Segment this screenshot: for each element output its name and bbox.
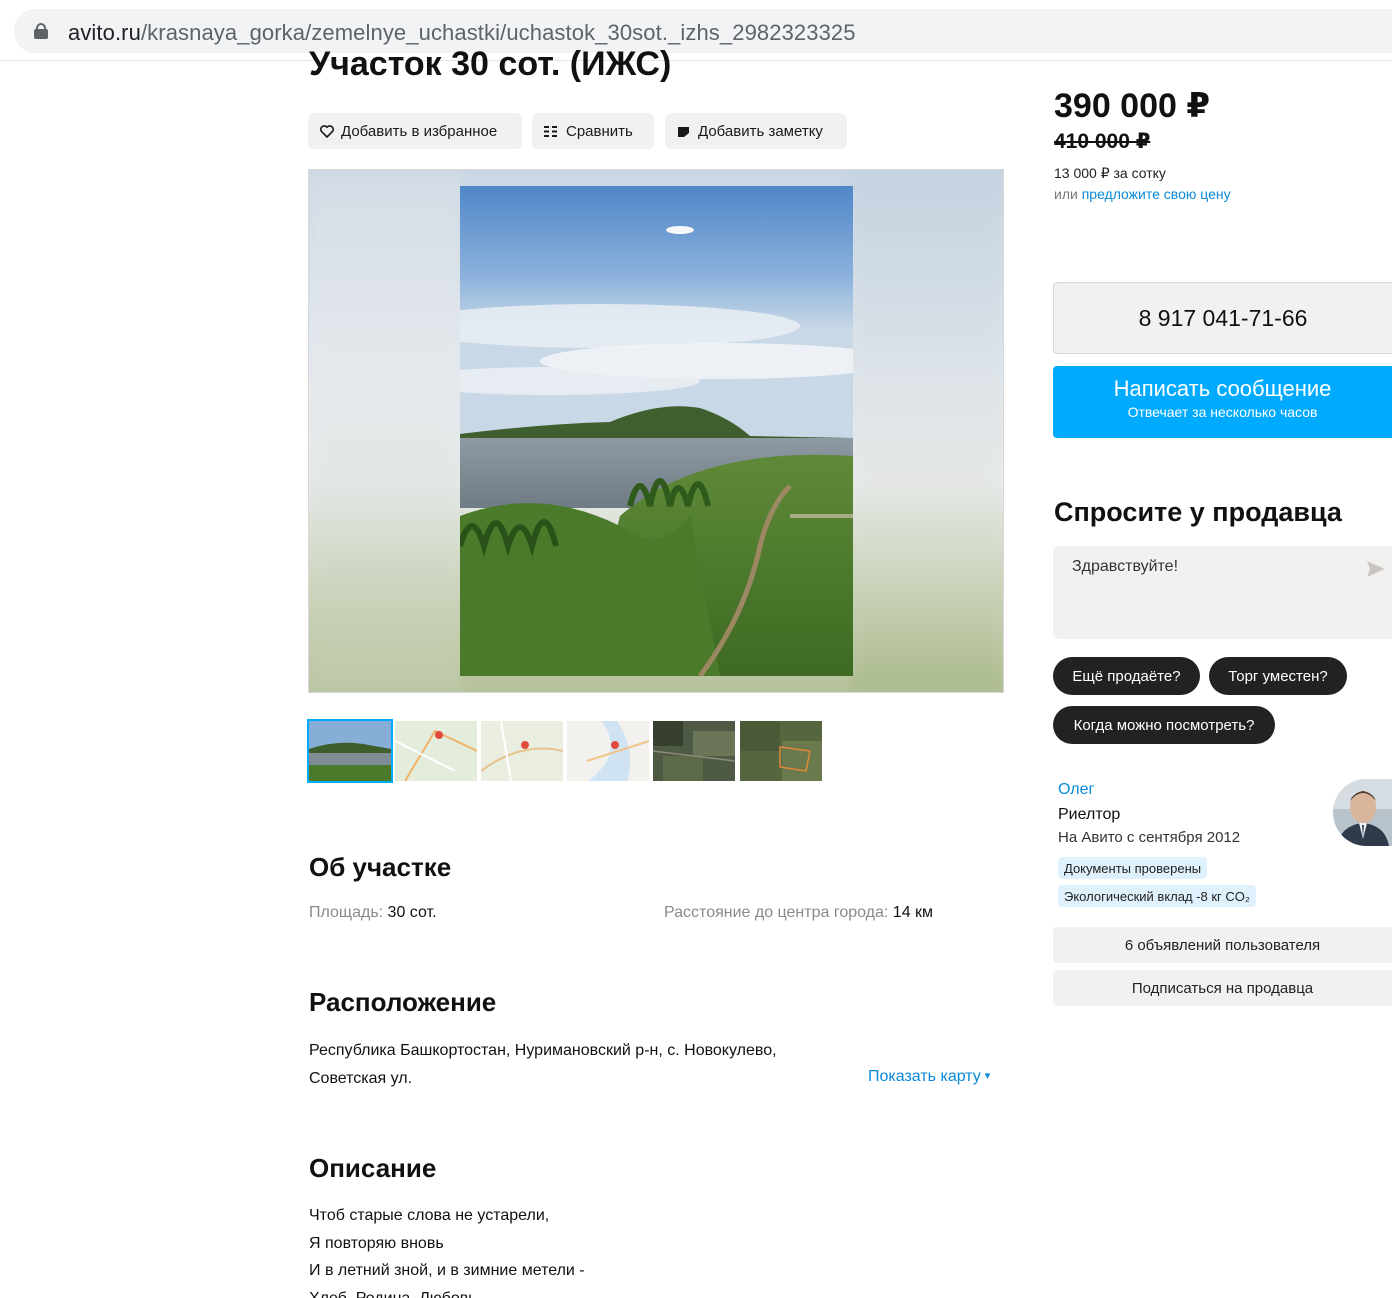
thumbnail-satellite-2[interactable]: [740, 721, 822, 781]
description-text: Чтоб старые слова не устарели, Я повторя…: [309, 1207, 585, 1298]
about-heading: Об участке: [309, 852, 452, 882]
price: 390 000 ₽: [1054, 87, 1211, 125]
offer-price-link[interactable]: предложите свою цену: [1082, 186, 1231, 202]
thumbnail-satellite-1[interactable]: [653, 721, 735, 781]
main-photo-gallery[interactable]: [308, 169, 1004, 693]
compare-button[interactable]: Сравнить: [532, 113, 654, 149]
main-photo[interactable]: [460, 186, 853, 676]
area-param: Площадь: 30 сот.: [309, 904, 437, 921]
address: Республика Башкортостан, Нуримановский р…: [309, 1042, 777, 1087]
heart-icon: [320, 124, 334, 138]
toolbar-divider: [0, 60, 1392, 61]
note-icon: [677, 125, 690, 137]
price-per-unit: 13 000 ₽ за сотку: [1054, 165, 1166, 181]
thumbnail-map-3[interactable]: [567, 721, 649, 781]
chevron-down-icon: ▾: [984, 1070, 991, 1082]
add-note-button[interactable]: Добавить заметку: [665, 113, 847, 149]
chip-bargain[interactable]: Торг уместен?: [1209, 657, 1347, 695]
add-to-favorites-button[interactable]: Добавить в избранное: [308, 113, 522, 149]
badge-eco: Экологический вклад -8 кг CO₂: [1058, 885, 1256, 907]
listing-title: Участок 30 сот. (ИЖС): [309, 48, 672, 83]
thumbnail-map-2[interactable]: [481, 721, 563, 781]
badge-docs-verified: Документы проверены: [1058, 857, 1208, 879]
old-price: 410 000 ₽: [1054, 130, 1151, 153]
url-text[interactable]: avito.ru/krasnaya_gorka/zemelnye_uchastk…: [68, 20, 856, 46]
subscribe-seller-button[interactable]: Подписаться на продавца: [1053, 970, 1392, 1006]
compare-icon: [544, 125, 559, 138]
send-icon[interactable]: [1366, 560, 1386, 578]
ask-seller-input[interactable]: Здравствуйте!: [1053, 546, 1392, 639]
ask-seller-heading: Спросите у продавца: [1054, 497, 1342, 527]
chip-still-selling[interactable]: Ещё продаёте?: [1053, 657, 1200, 695]
thumbnail-photo[interactable]: [307, 719, 393, 783]
user-listings-button[interactable]: 6 объявлений пользователя: [1053, 927, 1392, 963]
phone-button[interactable]: 8 917 041-71-66: [1053, 282, 1392, 354]
lock-icon: [34, 23, 48, 39]
description-heading: Описание: [309, 1153, 437, 1183]
seller-role: Риелтор: [1058, 806, 1121, 823]
thumbnail-map-1[interactable]: [395, 721, 477, 781]
show-map-link[interactable]: Показать карту ▾: [868, 1068, 990, 1086]
seller-since: На Авито с сентября 2012: [1058, 829, 1241, 846]
offer-price-line: или предложите свою цену: [1054, 186, 1231, 202]
write-message-button[interactable]: Написать сообщение Отвечает за несколько…: [1053, 366, 1392, 438]
location-heading: Расположение: [309, 987, 497, 1017]
seller-name-link[interactable]: Олег: [1058, 781, 1094, 799]
address-bar[interactable]: avito.ru/krasnaya_gorka/zemelnye_uchastk…: [14, 9, 1392, 53]
avatar[interactable]: [1333, 779, 1392, 846]
distance-param: Расстояние до центра города: 14 км: [664, 904, 934, 921]
chip-when-view[interactable]: Когда можно посмотреть?: [1053, 706, 1275, 744]
